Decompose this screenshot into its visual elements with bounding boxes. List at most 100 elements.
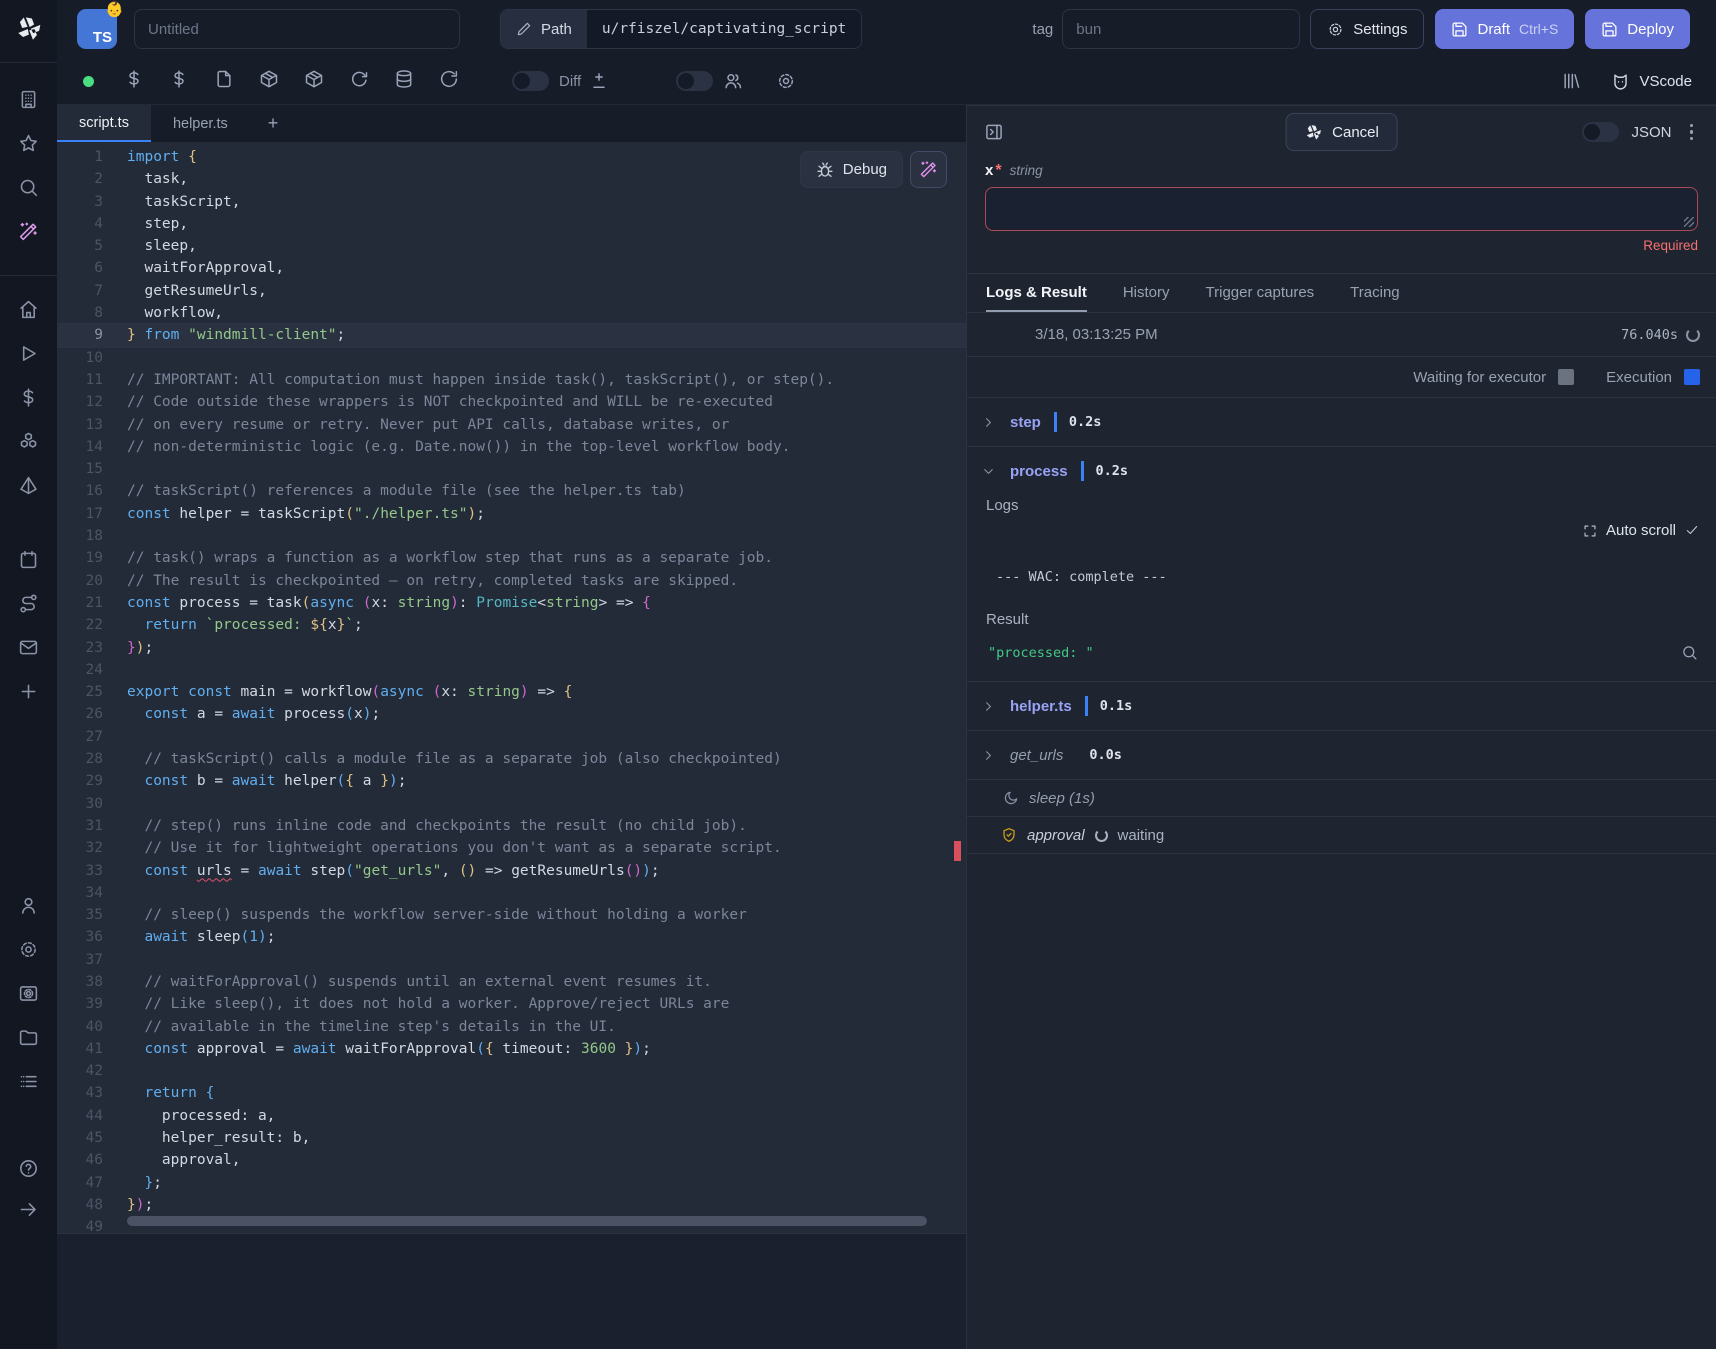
code-line-45[interactable]: 45 helper_result: b, <box>57 1127 966 1149</box>
tab-logs-result[interactable]: Logs & Result <box>986 274 1087 312</box>
code-line-30[interactable]: 30 <box>57 793 966 815</box>
code-line-40[interactable]: 40 // available in the timeline step's d… <box>57 1016 966 1038</box>
code-line-8[interactable]: 8 workflow, <box>57 302 966 324</box>
sidebar-item-pyramid-icon[interactable] <box>0 473 57 497</box>
sidebar-item-route-icon[interactable] <box>0 591 57 615</box>
code-line-9[interactable]: 9} from "windmill-client"; <box>57 324 966 346</box>
sidebar-item-help-icon[interactable] <box>0 1156 57 1180</box>
inspect-result-icon[interactable] <box>1681 644 1698 661</box>
tab-trigger-captures[interactable]: Trigger captures <box>1206 274 1315 312</box>
code-line-29[interactable]: 29 const b = await helper({ a }); <box>57 770 966 792</box>
code-line-21[interactable]: 21const process = task(async (x: string)… <box>57 592 966 614</box>
sidebar-item-star-icon[interactable] <box>0 131 57 155</box>
sidebar-item-wand-icon[interactable] <box>0 219 57 243</box>
toolbar-dollar-icon[interactable] <box>169 69 189 89</box>
code-line-33[interactable]: 33 const urls = await step("get_urls", (… <box>57 860 966 882</box>
code-line-36[interactable]: 36 await sleep(1); <box>57 926 966 948</box>
run-summary-row[interactable]: 3/18, 03:13:25 PM 76.040s <box>967 313 1716 357</box>
timeline-row-get-urls[interactable]: get_urls 0.0s <box>967 731 1716 780</box>
tab-history[interactable]: History <box>1123 274 1170 312</box>
code-line-19[interactable]: 19// task() wraps a function as a workfl… <box>57 547 966 569</box>
code-line-13[interactable]: 13// on every resume or retry. Never put… <box>57 414 966 436</box>
code-editor[interactable]: 1import {2 task,3 taskScript,4 step,5 sl… <box>57 142 966 1233</box>
add-tab-button[interactable]: + <box>250 105 297 142</box>
editor-settings-gear-icon[interactable] <box>776 71 796 91</box>
timeline-row-process[interactable]: process 0.2s Logs Auto scroll --- WAC: c… <box>967 447 1716 682</box>
code-line-16[interactable]: 16// taskScript() references a module fi… <box>57 480 966 502</box>
sidebar-item-list-icon[interactable] <box>0 1069 57 1093</box>
code-line-11[interactable]: 11// IMPORTANT: All computation must hap… <box>57 369 966 391</box>
code-line-14[interactable]: 14// non-deterministic logic (e.g. Date.… <box>57 436 966 458</box>
tab-tracing[interactable]: Tracing <box>1350 274 1399 312</box>
code-line-10[interactable]: 10 <box>57 347 966 369</box>
code-line-22[interactable]: 22 return `processed: ${x}`; <box>57 614 966 636</box>
code-line-23[interactable]: 23}); <box>57 637 966 659</box>
code-line-15[interactable]: 15 <box>57 458 966 480</box>
code-line-35[interactable]: 35 // sleep() suspends the workflow serv… <box>57 904 966 926</box>
code-line-43[interactable]: 43 return { <box>57 1082 966 1104</box>
code-line-12[interactable]: 12// Code outside these wrappers is NOT … <box>57 391 966 413</box>
code-line-4[interactable]: 4 step, <box>57 213 966 235</box>
json-toggle[interactable] <box>1582 122 1619 142</box>
code-line-26[interactable]: 26 const a = await process(x); <box>57 703 966 725</box>
debug-button[interactable]: Debug <box>800 151 903 188</box>
sidebar-item-boxes-icon[interactable] <box>0 429 57 453</box>
timeline-row-approval[interactable]: approval waiting <box>967 817 1716 854</box>
code-line-27[interactable]: 27 <box>57 726 966 748</box>
code-line-6[interactable]: 6 waitForApproval, <box>57 257 966 279</box>
sidebar-item-arrow-right-icon[interactable] <box>0 1197 57 1221</box>
code-line-46[interactable]: 46 approval, <box>57 1149 966 1171</box>
toolbar-rotate-icon[interactable] <box>349 69 369 89</box>
code-line-7[interactable]: 7 getResumeUrls, <box>57 280 966 302</box>
horizontal-scrollbar[interactable] <box>127 1216 927 1226</box>
toolbar-package-icon[interactable] <box>304 69 324 89</box>
code-line-39[interactable]: 39 // Like sleep(), it does not hold a w… <box>57 993 966 1015</box>
toolbar-package-icon[interactable] <box>259 69 279 89</box>
settings-button[interactable]: Settings <box>1310 9 1424 49</box>
timeline-row-helper[interactable]: helper.ts 0.1s <box>967 682 1716 731</box>
ai-wand-button[interactable] <box>910 151 947 188</box>
kebab-menu-icon[interactable] <box>1684 120 1700 145</box>
code-line-5[interactable]: 5 sleep, <box>57 235 966 257</box>
sidebar-item-home-icon[interactable] <box>0 297 57 321</box>
sidebar-item-user-icon[interactable] <box>0 893 57 917</box>
x-value-textarea[interactable] <box>985 187 1698 231</box>
code-line-38[interactable]: 38 // waitForApproval() suspends until a… <box>57 971 966 993</box>
code-line-28[interactable]: 28 // taskScript() calls a module file a… <box>57 748 966 770</box>
resize-grip[interactable] <box>1684 217 1694 227</box>
sidebar-item-search-icon[interactable] <box>0 175 57 199</box>
toolbar-refresh-icon[interactable] <box>439 69 459 89</box>
code-line-25[interactable]: 25export const main = workflow(async (x:… <box>57 681 966 703</box>
code-line-20[interactable]: 20// The result is checkpointed — on ret… <box>57 570 966 592</box>
sidebar-item-workers-icon[interactable] <box>0 981 57 1005</box>
sidebar-item-calendar-icon[interactable] <box>0 547 57 571</box>
tag-input[interactable] <box>1062 9 1300 49</box>
code-line-31[interactable]: 31 // step() runs inline code and checkp… <box>57 815 966 837</box>
code-line-47[interactable]: 47 }; <box>57 1172 966 1194</box>
sidebar-item-folder-icon[interactable] <box>0 1025 57 1049</box>
code-line-37[interactable]: 37 <box>57 949 966 971</box>
code-line-41[interactable]: 41 const approval = await waitForApprova… <box>57 1038 966 1060</box>
expand-logs-icon[interactable] <box>1583 524 1597 538</box>
code-line-24[interactable]: 24 <box>57 659 966 681</box>
collapse-panel-icon[interactable] <box>984 122 1004 142</box>
multiplayer-toggle[interactable] <box>676 71 713 91</box>
code-line-42[interactable]: 42 <box>57 1060 966 1082</box>
deploy-button[interactable]: Deploy <box>1585 9 1690 49</box>
sidebar-item-gear-icon[interactable] <box>0 937 57 961</box>
autoscroll-control[interactable]: Auto scroll <box>967 522 1716 539</box>
toolbar-file-icon[interactable] <box>214 69 234 89</box>
toolbar-database-icon[interactable] <box>394 69 414 89</box>
edit-path-button[interactable]: Path <box>501 10 587 48</box>
diff-icon[interactable] <box>589 71 609 91</box>
cancel-button[interactable]: Cancel <box>1285 113 1398 151</box>
vscode-button[interactable]: VScode <box>1611 72 1692 91</box>
code-line-34[interactable]: 34 <box>57 882 966 904</box>
sidebar-item-play-icon[interactable] <box>0 341 57 365</box>
code-line-32[interactable]: 32 // Use it for lightweight operations … <box>57 837 966 859</box>
code-line-18[interactable]: 18 <box>57 525 966 547</box>
script-title-input[interactable] <box>134 9 460 49</box>
toolbar-dollar-icon[interactable] <box>124 69 144 89</box>
timeline-row-step[interactable]: step 0.2s <box>967 398 1716 447</box>
sidebar-item-dollar-icon[interactable] <box>0 385 57 409</box>
